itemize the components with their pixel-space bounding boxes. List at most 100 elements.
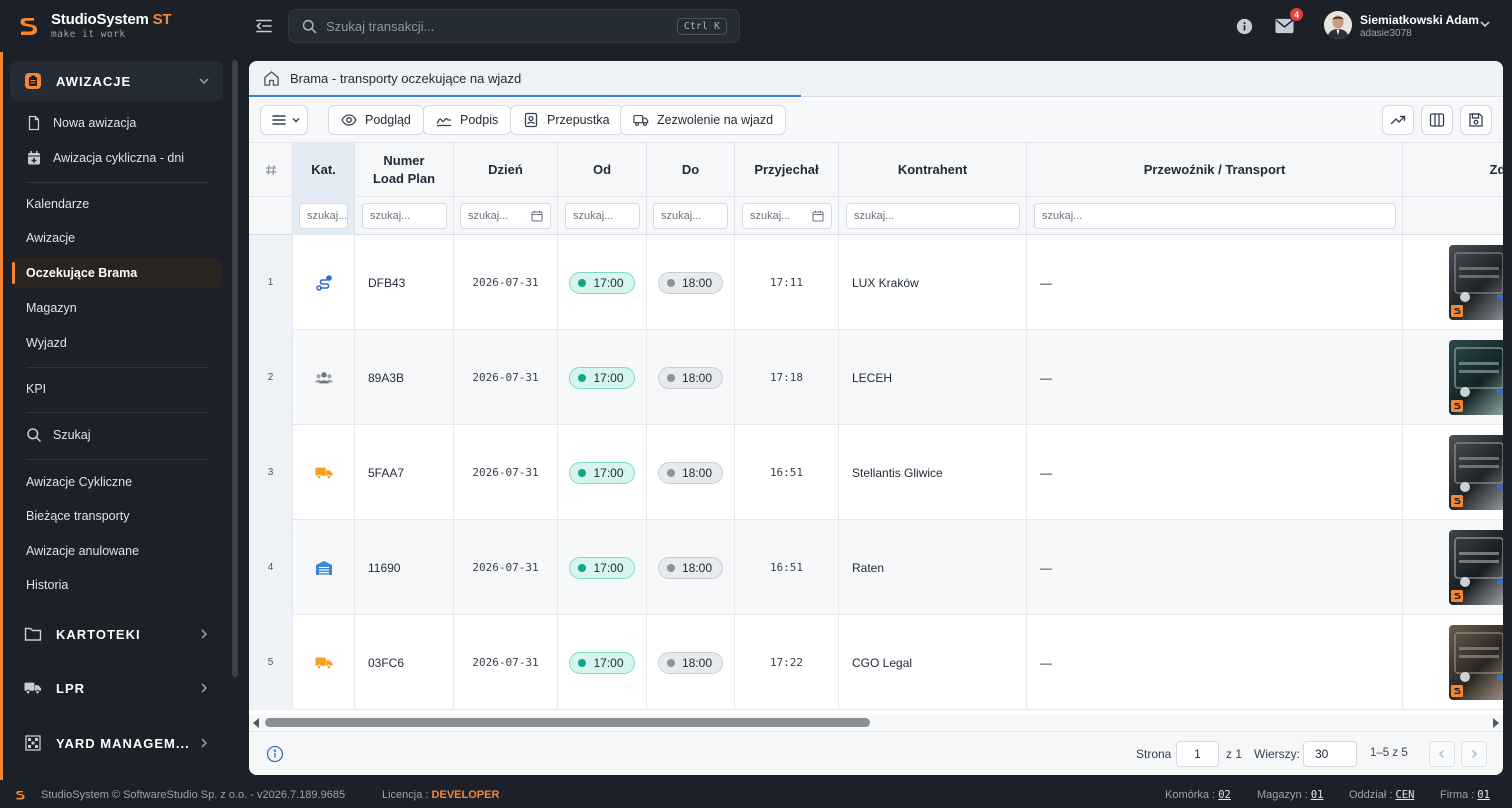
filter-from-input[interactable]: szukaj... [565,203,640,229]
sidebar-item-label: Wyjazd [26,336,67,350]
avatar-portrait-icon [1324,11,1352,39]
sidebar-item-oczekujace-brama[interactable]: Oczekujące Brama [12,258,222,288]
sidebar-item-awizacje[interactable]: Awizacje [12,223,222,253]
sidebar-item-awizacje-cykliczne[interactable]: Awizacje Cykliczne [12,467,222,497]
vehicle-photo[interactable] [1449,340,1503,415]
tab-brama[interactable]: Brama - transporty oczekujące na wjazd [249,61,801,97]
brand[interactable]: StudioSystem ST make it work [0,0,240,52]
sign-button[interactable]: Podpis [423,105,512,135]
column-header-carrier[interactable]: Przewoźnik / Transport [1027,143,1403,197]
preview-button[interactable]: Podgląd [328,105,424,135]
filter-contractor-input[interactable]: szukaj... [846,203,1020,229]
filter-placeholder: szukaj... [854,210,895,222]
column-header-to[interactable]: Do [647,143,735,197]
calendar-icon[interactable] [531,210,543,222]
sidebar-item-magazyn[interactable]: Magazyn [12,293,222,323]
branch-value[interactable]: CEN [1395,789,1414,801]
toolbar: Podgląd Podpis Przepustka Zezwolenie na … [249,98,1503,143]
global-search[interactable]: Ctrl K [288,9,740,43]
info-icon[interactable] [1236,18,1253,35]
horizontal-scrollbar[interactable] [249,715,1503,731]
column-header-kat[interactable]: Kat. [293,143,355,197]
save-button[interactable] [1460,105,1492,135]
section-yard-management[interactable]: YARD MANAGEM... [10,723,223,763]
main-panel: Brama - transporty oczekujące na wjazd P… [249,61,1503,775]
column-header-load-plan[interactable]: Numer Load Plan [355,143,454,197]
filter-carrier-input[interactable]: szukaj... [1034,203,1396,229]
scroll-right-arrow-icon[interactable] [1493,718,1499,728]
column-header-photo[interactable]: Zdj [1403,143,1504,197]
prev-page-button[interactable] [1429,741,1455,767]
vehicle-photo[interactable] [1449,435,1503,510]
page-input[interactable]: 1 [1176,741,1219,767]
section-lpr[interactable]: LPR [10,668,223,708]
sidebar-item-wyjazd[interactable]: Wyjazd [12,328,222,358]
to-cell: 18:00 [647,615,735,710]
rows-per-page-input[interactable]: 30 [1303,741,1357,767]
avatar[interactable] [1324,11,1352,39]
next-page-button[interactable] [1461,741,1487,767]
info-circle-icon[interactable] [266,745,284,763]
sidebar-item-kalendarze[interactable]: Kalendarze [12,189,222,219]
sidebar-item-nowa-awizacja[interactable]: Nowa awizacja [12,108,222,138]
sidebar-item-label: Kalendarze [26,197,90,211]
filter-day-input[interactable]: szukaj... [460,203,551,229]
vehicle-photo[interactable] [1449,530,1503,605]
to-cell: 18:00 [647,235,735,330]
sidebar-item-kpi[interactable]: KPI [12,374,222,404]
from-cell: 17:00 [558,425,647,520]
chevron-down-icon[interactable] [1478,17,1492,31]
section-awizacje[interactable]: AWIZACJE [10,61,223,101]
column-header-day[interactable]: Dzień [454,143,558,197]
table-row[interactable]: 5 03FC6 2026-07-31 17:00 18:00 17:22 CGO Legal… [249,615,1503,710]
table-row[interactable]: 3 5FAA7 2026-07-31 17:00 18:00 16:51 Stellanti… [249,425,1503,520]
load-plan-cell: 5FAA7 [355,425,454,520]
table-row[interactable]: 4 11690 2026-07-31 17:00 18:00 16:51 Raten — [249,520,1503,615]
carrier-cell: — [1027,425,1403,520]
carrier-cell: — [1027,235,1403,330]
sidebar-item-label: Szukaj [53,428,91,442]
cell-info: Komórka : 02 [1165,789,1231,801]
search-input[interactable] [326,18,677,34]
sidebar-item-awizacja-cykliczna[interactable]: Awizacja cykliczna - dni [12,143,222,173]
column-header-from[interactable]: Od [558,143,647,197]
cell-value[interactable]: 02 [1218,789,1231,801]
sidebar-item-historia[interactable]: Historia [12,570,222,600]
filter-cell-arrived: szukaj... [735,197,839,235]
menu-collapse-icon[interactable] [254,16,274,36]
scrollbar-thumb[interactable] [265,718,870,727]
to-time: 18:00 [681,465,713,480]
sidebar-item-biezace-transporty[interactable]: Bieżące transporty [12,501,222,531]
scroll-left-arrow-icon[interactable] [253,718,259,728]
pass-button[interactable]: Przepustka [510,105,623,135]
section-kartoteki[interactable]: KARTOTEKI [10,614,223,654]
vehicle-photo[interactable] [1449,245,1503,320]
column-header-contractor[interactable]: Kontrahent [839,143,1027,197]
sidebar-item-awizacje-anulowane[interactable]: Awizacje anulowane [12,536,222,566]
trend-button[interactable] [1382,105,1414,135]
status-dot [578,658,587,667]
sidebar-scrollbar[interactable] [232,60,238,677]
menu-dropdown-button[interactable] [260,105,308,135]
tab-bar: Brama - transporty oczekujące na wjazd [249,61,1503,97]
warehouse-value[interactable]: 01 [1311,789,1324,801]
rows-label: Wierszy: [1254,747,1300,761]
filter-load-plan-input[interactable]: szukaj... [362,203,447,229]
filter-to-input[interactable]: szukaj... [653,203,728,229]
table-row[interactable]: 2 89A3B 2026-07-31 17:00 18:00 17:18 LECEH — [249,330,1503,425]
user-menu[interactable]: Siemiatkowski Adam adasie3078 [1360,14,1479,39]
sidebar-item-label: Historia [26,578,69,592]
entry-permit-button[interactable]: Zezwolenie na wjazd [620,105,787,135]
status-dot [578,278,587,287]
vehicle-photo[interactable] [1449,625,1503,700]
table-row[interactable]: 1 DFB43 2026-07-31 17:00 18:00 17:11 LUX Krakó… [249,235,1503,330]
column-header-arrived[interactable]: Przyjechał [735,143,839,197]
calendar-icon[interactable] [812,210,824,222]
sidebar-item-szukaj[interactable]: Szukaj [12,420,222,450]
filter-kat-input[interactable]: szukaj... [299,203,348,229]
company-value[interactable]: 01 [1477,789,1490,801]
filter-arrived-input[interactable]: szukaj... [742,203,832,229]
carrier-cell: — [1027,330,1403,425]
sidebar-item-label: KPI [26,382,47,396]
columns-button[interactable] [1421,105,1453,135]
